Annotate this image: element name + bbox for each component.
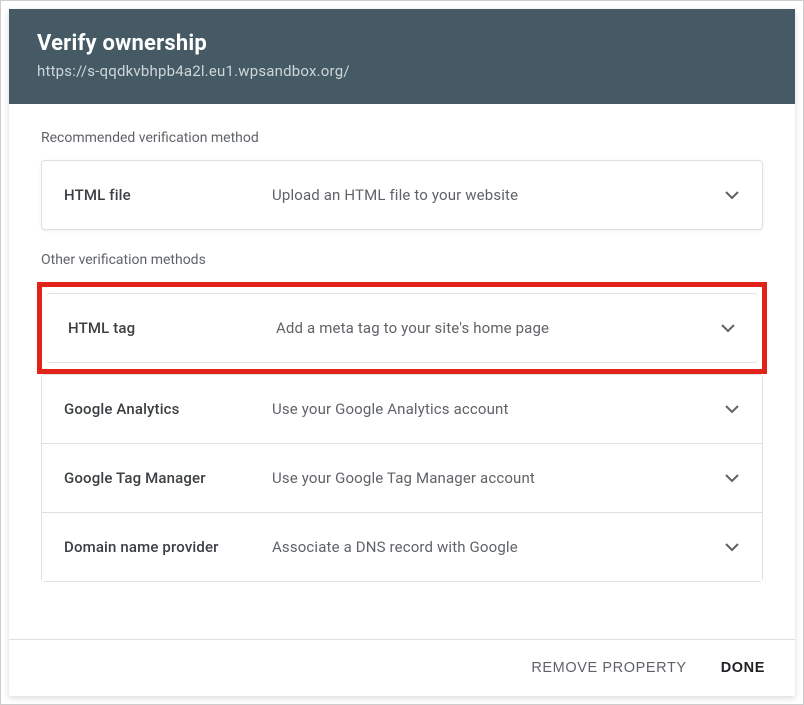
dialog-header: Verify ownership https://s-qqdkvbhpb4a2l… <box>9 9 795 104</box>
other-section-label: Other verification methods <box>41 252 763 268</box>
dialog-title: Verify ownership <box>37 31 767 56</box>
chevron-down-icon <box>716 316 740 340</box>
highlighted-method-outline: HTML tag Add a meta tag to your site's h… <box>37 282 767 374</box>
method-name: HTML tag <box>68 319 276 337</box>
other-methods-list: Google Analytics Use your Google Analyti… <box>41 374 763 582</box>
method-name: Domain name provider <box>64 538 272 556</box>
chevron-down-icon <box>720 466 744 490</box>
method-description: Associate a DNS record with Google <box>272 538 720 556</box>
method-google-analytics[interactable]: Google Analytics Use your Google Analyti… <box>41 374 763 444</box>
method-name: Google Analytics <box>64 400 272 418</box>
done-button[interactable]: DONE <box>717 654 769 682</box>
method-description: Add a meta tag to your site's home page <box>276 319 716 337</box>
recommended-section-label: Recommended verification method <box>41 130 763 146</box>
method-html-file[interactable]: HTML file Upload an HTML file to your we… <box>41 160 763 230</box>
method-google-tag-manager[interactable]: Google Tag Manager Use your Google Tag M… <box>41 444 763 513</box>
method-name: HTML file <box>64 186 272 204</box>
dialog-body: Recommended verification method HTML fil… <box>9 104 795 639</box>
method-description: Use your Google Tag Manager account <box>272 469 720 487</box>
remove-property-button[interactable]: REMOVE PROPERTY <box>527 654 690 682</box>
chevron-down-icon <box>720 397 744 421</box>
method-description: Use your Google Analytics account <box>272 400 720 418</box>
property-url: https://s-qqdkvbhpb4a2l.eu1.wpsandbox.or… <box>37 62 767 80</box>
chevron-down-icon <box>720 535 744 559</box>
dialog-footer: REMOVE PROPERTY DONE <box>9 639 795 696</box>
chevron-down-icon <box>720 183 744 207</box>
method-name: Google Tag Manager <box>64 469 272 487</box>
method-html-tag[interactable]: HTML tag Add a meta tag to your site's h… <box>46 293 758 363</box>
method-domain-name-provider[interactable]: Domain name provider Associate a DNS rec… <box>41 513 763 582</box>
method-description: Upload an HTML file to your website <box>272 186 720 204</box>
verify-ownership-dialog: Verify ownership https://s-qqdkvbhpb4a2l… <box>9 9 795 696</box>
